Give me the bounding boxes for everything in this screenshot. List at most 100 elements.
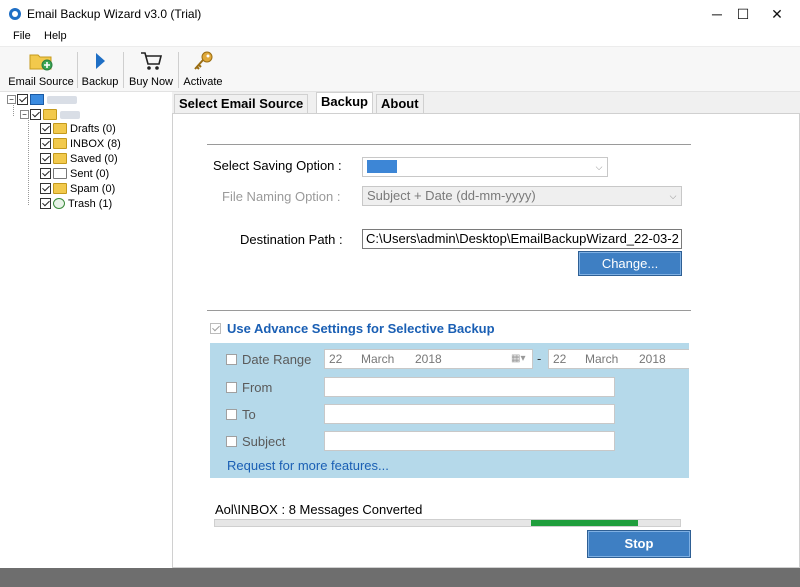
redacted-root-label bbox=[47, 95, 77, 104]
subject-input[interactable] bbox=[324, 431, 615, 451]
play-icon bbox=[96, 53, 105, 69]
drafts-folder-icon bbox=[53, 123, 67, 134]
folder-checkbox[interactable] bbox=[40, 168, 51, 179]
tree-folder-row[interactable]: Sent (0) bbox=[40, 166, 109, 181]
calendar-icon[interactable]: ▦▾ bbox=[511, 350, 525, 368]
collapse-icon[interactable]: − bbox=[20, 110, 29, 119]
file-naming-select[interactable]: Subject + Date (dd-mm-yyyy) ⌵ bbox=[362, 186, 682, 206]
chevron-down-icon: ⌵ bbox=[595, 162, 603, 172]
toolbar-separator bbox=[77, 52, 78, 88]
folder-checkbox[interactable] bbox=[40, 183, 51, 194]
folder-tree: − − Drafts (0) INBOX (8) Saved (0) Sent … bbox=[0, 92, 172, 568]
advance-settings-panel: Date Range 22 March 2018 ▦▾ - 22 March 2… bbox=[210, 343, 689, 478]
conversion-status: Aol\INBOX : 8 Messages Converted bbox=[215, 502, 423, 517]
file-naming-label: File Naming Option : bbox=[222, 189, 341, 204]
to-label: To bbox=[242, 407, 256, 422]
folder-label: Drafts (0) bbox=[70, 122, 116, 135]
date-from-day: 22 bbox=[329, 352, 343, 366]
date-from-year: 2018 bbox=[415, 352, 442, 366]
tree-account-row[interactable]: − bbox=[20, 107, 80, 122]
toolbar: Email Source Backup Buy Now Activate bbox=[0, 46, 800, 92]
tree-folder-row[interactable]: Trash (1) bbox=[40, 196, 112, 211]
progress-fill bbox=[531, 520, 639, 526]
app-icon bbox=[9, 8, 21, 20]
activate-label: Activate bbox=[183, 76, 223, 88]
inbox-folder-icon bbox=[53, 138, 67, 149]
tree-folder-row[interactable]: INBOX (8) bbox=[40, 136, 121, 151]
folder-checkbox[interactable] bbox=[40, 153, 51, 164]
date-range-checkbox[interactable] bbox=[226, 354, 237, 365]
tree-root-row[interactable]: − bbox=[7, 92, 77, 107]
from-input[interactable] bbox=[324, 377, 615, 397]
backup-button[interactable]: Backup bbox=[80, 47, 120, 91]
change-button[interactable]: Change... bbox=[578, 251, 682, 276]
date-to-month: March bbox=[585, 352, 619, 366]
destination-label: Destination Path : bbox=[240, 232, 343, 247]
request-features-link[interactable]: Request for more features... bbox=[227, 458, 389, 473]
folder-label: INBOX (8) bbox=[70, 137, 121, 150]
account-checkbox[interactable] bbox=[30, 109, 41, 120]
folder-checkbox[interactable] bbox=[40, 138, 51, 149]
saved-folder-icon bbox=[53, 153, 67, 164]
collapse-icon[interactable]: − bbox=[7, 95, 16, 104]
sent-folder-icon bbox=[53, 168, 67, 179]
to-input[interactable] bbox=[324, 404, 615, 424]
date-from-picker[interactable]: 22 March 2018 ▦▾ bbox=[324, 349, 533, 369]
email-source-label: Email Source bbox=[8, 76, 74, 88]
tree-folder-row[interactable]: Drafts (0) bbox=[40, 121, 116, 136]
folder-checkbox[interactable] bbox=[40, 198, 51, 209]
backup-label: Backup bbox=[81, 76, 119, 88]
folder-checkbox[interactable] bbox=[40, 123, 51, 134]
stop-button[interactable]: Stop bbox=[587, 530, 691, 558]
to-checkbox[interactable] bbox=[226, 409, 237, 420]
saving-option-select[interactable]: ⌵ bbox=[362, 157, 608, 177]
cart-icon bbox=[141, 52, 163, 70]
tree-guide bbox=[28, 117, 29, 205]
key-icon bbox=[194, 51, 213, 70]
folder-add-icon bbox=[29, 54, 53, 71]
date-range-label: Date Range bbox=[242, 352, 312, 367]
spam-folder-icon bbox=[53, 183, 67, 194]
backup-panel: Select Saving Option : ⌵ File Naming Opt… bbox=[172, 113, 800, 568]
advance-settings-checkbox[interactable] bbox=[210, 323, 221, 334]
date-to-picker[interactable]: 22 March 2018 bbox=[548, 349, 689, 369]
tab-strip: Select Email Source Backup About bbox=[172, 92, 800, 113]
buy-now-button[interactable]: Buy Now bbox=[126, 47, 176, 91]
saving-option-label: Select Saving Option : bbox=[213, 158, 342, 173]
saving-option-selected-value bbox=[367, 160, 397, 174]
subject-checkbox[interactable] bbox=[226, 436, 237, 447]
close-button[interactable]: ✕ bbox=[754, 0, 800, 28]
email-source-button[interactable]: Email Source bbox=[8, 47, 74, 91]
window-title: Email Backup Wizard v3.0 (Trial) bbox=[27, 7, 202, 21]
from-checkbox[interactable] bbox=[226, 382, 237, 393]
date-to-year: 2018 bbox=[639, 352, 666, 366]
activate-button[interactable]: Activate bbox=[181, 47, 225, 91]
status-bar bbox=[0, 568, 800, 587]
from-label: From bbox=[242, 380, 273, 395]
divider bbox=[207, 310, 691, 311]
account-folder-icon bbox=[43, 109, 57, 120]
redacted-account-label bbox=[60, 110, 80, 119]
file-naming-value: Subject + Date (dd-mm-yyyy) bbox=[367, 188, 536, 203]
destination-path-input[interactable]: C:\Users\admin\Desktop\EmailBackupWizard… bbox=[362, 229, 682, 249]
date-to-day: 22 bbox=[553, 352, 567, 366]
progress-bar bbox=[214, 519, 681, 527]
tab-backup[interactable]: Backup bbox=[316, 92, 373, 113]
trash-folder-icon bbox=[53, 198, 65, 209]
computer-icon bbox=[30, 94, 44, 105]
menu-bar: File Help bbox=[0, 28, 800, 46]
tab-select-email-source[interactable]: Select Email Source bbox=[174, 94, 309, 113]
tree-folder-row[interactable]: Spam (0) bbox=[40, 181, 115, 196]
tab-about[interactable]: About bbox=[376, 94, 424, 113]
buy-now-label: Buy Now bbox=[128, 76, 174, 88]
tree-folder-row[interactable]: Saved (0) bbox=[40, 151, 118, 166]
menu-file[interactable]: File bbox=[13, 30, 31, 42]
folder-label: Sent (0) bbox=[70, 167, 110, 180]
subject-label: Subject bbox=[242, 434, 286, 449]
folder-label: Trash (1) bbox=[68, 197, 113, 210]
chevron-down-icon: ⌵ bbox=[669, 191, 677, 201]
menu-help[interactable]: Help bbox=[44, 30, 67, 42]
folder-label: Saved (0) bbox=[70, 152, 118, 165]
root-checkbox[interactable] bbox=[17, 94, 28, 105]
title-bar: Email Backup Wizard v3.0 (Trial) ─ ☐ ✕ bbox=[0, 0, 800, 28]
